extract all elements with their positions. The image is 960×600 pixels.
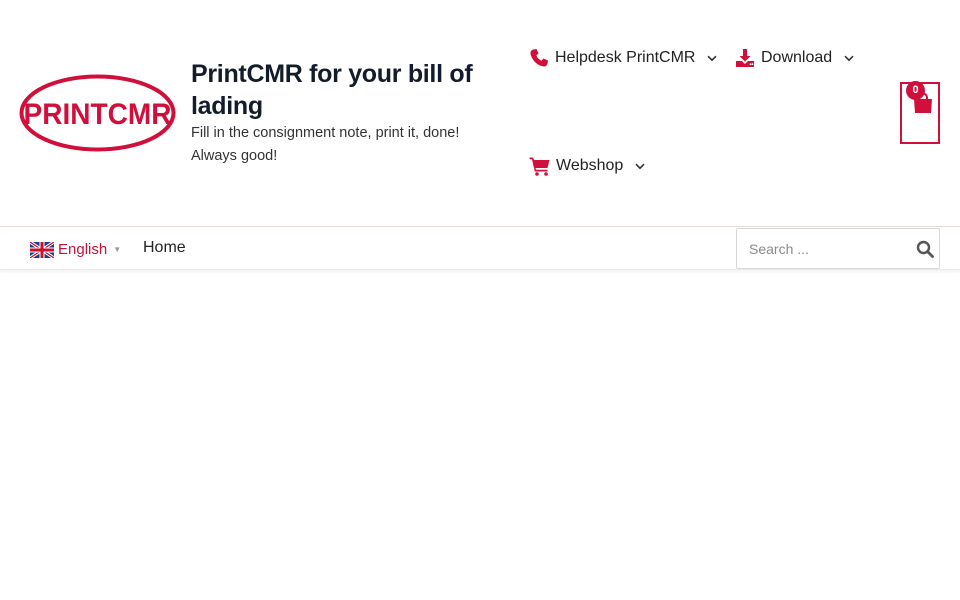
menu-item-download[interactable]: Download <box>735 48 854 68</box>
uk-flag-icon <box>29 240 55 259</box>
site-tagline: Fill in the consignment note, print it, … <box>191 125 460 164</box>
menu-item-label: Webshop <box>556 157 624 174</box>
phone-icon <box>529 48 549 68</box>
chevron-down-icon <box>844 55 854 62</box>
caret-down-icon: ▼ <box>113 245 122 254</box>
chevron-down-icon <box>707 55 718 62</box>
menu-item-webshop[interactable]: Webshop <box>529 156 645 176</box>
search-input[interactable] <box>749 239 899 259</box>
download-icon <box>735 48 755 68</box>
chevron-down-icon <box>635 163 645 170</box>
menu-item-label: Download <box>761 49 833 66</box>
nav-item-home[interactable]: Home <box>143 239 186 257</box>
menu-item-label: Helpdesk PrintCMR <box>555 49 696 66</box>
language-switcher[interactable]: English ▼ <box>29 240 122 259</box>
cart-count-badge: 0 <box>906 81 925 100</box>
cart-button[interactable]: 0 <box>900 81 940 144</box>
site-logo[interactable]: PRINTCMR <box>19 74 176 154</box>
logo-wordmark: PRINTCMR <box>24 98 172 131</box>
search-form <box>736 228 940 269</box>
search-icon[interactable] <box>916 240 934 258</box>
language-label: English <box>58 241 108 258</box>
cart-icon <box>529 156 550 176</box>
menu-item-helpdesk[interactable]: Helpdesk PrintCMR <box>529 48 718 68</box>
site-title[interactable]: PrintCMR for your bill of lading <box>191 58 491 122</box>
